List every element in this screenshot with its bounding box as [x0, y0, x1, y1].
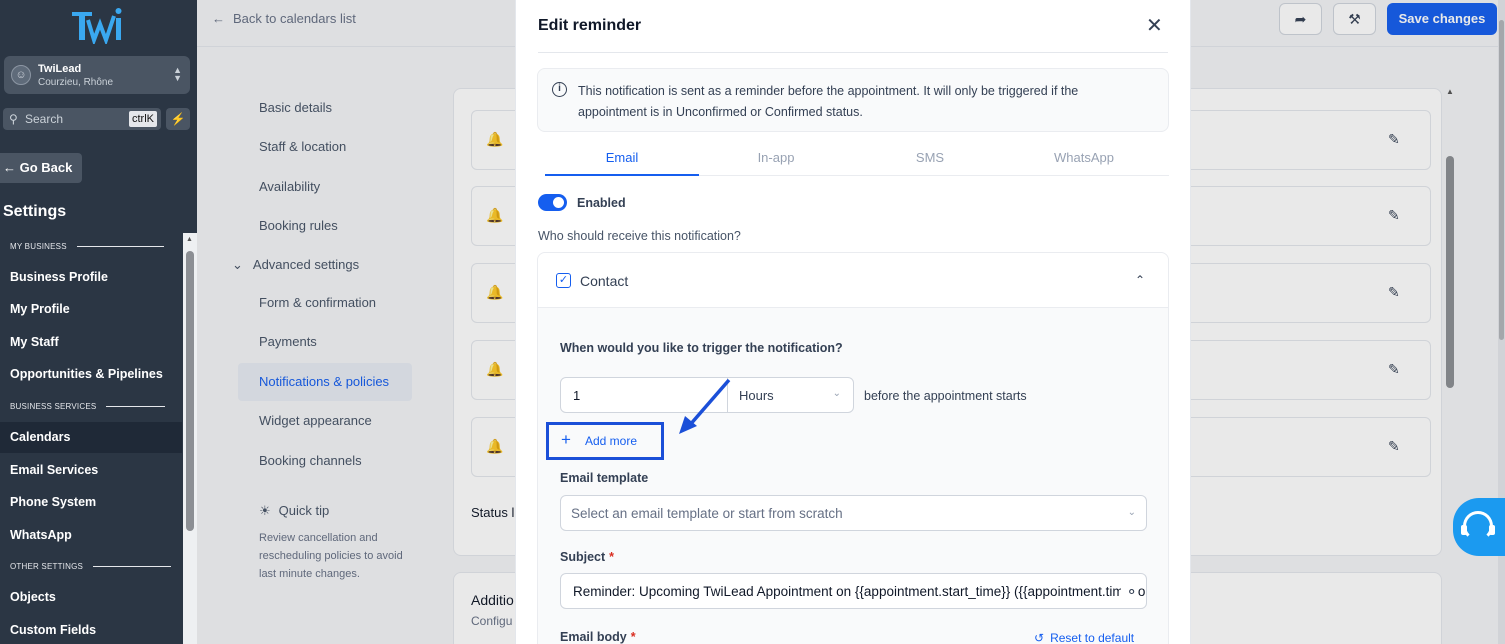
headset-ear [1461, 525, 1467, 535]
sidebar-item-custom-fields[interactable]: Custom Fields [0, 615, 182, 644]
section-other-settings: OTHER SETTINGS [10, 562, 172, 571]
reset-label: Reset to default [1050, 631, 1135, 644]
scroll-up-icon[interactable]: ▲ [186, 236, 193, 243]
contact-panel-body: When would you like to trigger the notif… [538, 308, 1168, 644]
search-placeholder: Search [25, 112, 64, 126]
chevron-up-icon[interactable]: ⌃ [1135, 273, 1145, 287]
add-more-label: Add more [585, 434, 638, 448]
contact-panel: ✓ Contact ⌃ When would you like to trigg… [537, 252, 1169, 644]
twilead-logo [72, 8, 122, 44]
sidebar-item-opportunities[interactable]: Opportunities & Pipelines [0, 359, 182, 390]
sidebar-item-calendars[interactable]: Calendars [0, 422, 182, 453]
search-icon: ⚲ [9, 112, 18, 126]
user-icon: ☺ [11, 65, 31, 85]
sidebar-item-my-staff[interactable]: My Staff [0, 327, 182, 358]
trigger-question: When would you like to trigger the notif… [560, 341, 843, 355]
plus-icon: + [561, 430, 571, 449]
divider [538, 52, 1168, 53]
reset-to-default-link[interactable]: ↺ Reset to default [1034, 631, 1134, 644]
info-icon: i [552, 82, 567, 97]
info-text: This notification is sent as a reminder … [578, 84, 1079, 119]
divider [76, 246, 164, 247]
sidebar-item-objects[interactable]: Objects [0, 582, 182, 613]
divider [93, 566, 172, 567]
template-placeholder: Select an email template or start from s… [571, 506, 843, 521]
section-my-business: MY BUSINESS [10, 242, 164, 251]
search-shortcut: ctrlK [129, 111, 157, 127]
sidebar-item-business-profile[interactable]: Business Profile [0, 262, 182, 293]
chevron-down-icon: ⌄ [832, 388, 841, 399]
support-button[interactable] [1453, 498, 1505, 556]
tab-sms[interactable]: SMS [853, 148, 1007, 176]
account-name: TwiLead [38, 63, 82, 75]
sidebar: ☺ TwiLead Courzieu, Rhône ▲ ▼ ⚲ Search ct… [0, 0, 197, 644]
trigger-unit-value: Hours [739, 388, 774, 403]
account-location: Courzieu, Rhône [38, 77, 114, 88]
subject-label: Subject * [560, 550, 614, 564]
add-more-button[interactable]: + Add more [546, 422, 664, 460]
required-asterisk: * [609, 550, 615, 564]
required-asterisk: * [630, 630, 636, 644]
section-label: OTHER SETTINGS [10, 562, 84, 571]
sidebar-item-whatsapp[interactable]: WhatsApp [0, 520, 182, 551]
toggle-knob [553, 197, 564, 208]
enabled-toggle[interactable] [538, 194, 567, 211]
sidebar-item-my-profile[interactable]: My Profile [0, 294, 182, 325]
subject-input[interactable]: Reminder: Upcoming TwiLead Appointment o… [560, 573, 1147, 609]
template-label: Email template [560, 471, 649, 485]
email-body-label: Email body * [560, 630, 636, 644]
contact-checkbox[interactable]: ✓ [556, 273, 571, 288]
template-select[interactable]: Select an email template or start from s… [560, 495, 1147, 531]
reset-icon: ↺ [1034, 631, 1045, 644]
tab-in-app[interactable]: In-app [699, 148, 853, 176]
contact-label: Contact [580, 273, 629, 289]
subject-value: Reminder: Upcoming TwiLead Appointment o… [573, 584, 1147, 599]
chevron-updown-icon: ▲ ▼ [173, 65, 182, 83]
close-icon[interactable]: ✕ [1146, 16, 1163, 36]
tab-whatsapp[interactable]: WhatsApp [1007, 148, 1161, 176]
sidebar-item-email-services[interactable]: Email Services [0, 455, 182, 486]
bolt-icon[interactable]: ⚡ [166, 108, 190, 130]
section-label: BUSINESS SERVICES [10, 402, 97, 411]
sidebar-scrollbar[interactable]: ▲ [183, 233, 197, 644]
headset-ear [1489, 525, 1495, 535]
trigger-unit-select[interactable]: Hours ⌄ [727, 377, 854, 413]
subject-label-text: Subject [560, 550, 606, 564]
scrollbar-thumb[interactable] [186, 251, 194, 531]
search-input[interactable]: ⚲ Search ctrlK [3, 108, 161, 130]
section-business-services: BUSINESS SERVICES [10, 402, 166, 411]
modal-title: Edit reminder [538, 17, 642, 34]
go-back-label: Go Back [19, 160, 73, 175]
section-label: MY BUSINESS [10, 242, 67, 251]
account-switcher[interactable]: ☺ TwiLead Courzieu, Rhône ▲ ▼ [4, 56, 190, 94]
annotation-arrow [679, 378, 731, 434]
chevron-down-icon: ⌄ [1127, 507, 1136, 518]
contact-panel-header[interactable]: ✓ Contact ⌃ [538, 253, 1168, 308]
tag-icon[interactable]: ⚬ [1121, 583, 1138, 601]
channel-tabs: Email In-app SMS WhatsApp [545, 148, 1169, 176]
trigger-suffix: before the appointment starts [864, 389, 1027, 403]
edit-reminder-modal: Edit reminder ✕ i This notification is s… [516, 0, 1190, 644]
go-back-button[interactable]: ← Go Back [0, 153, 82, 183]
recipient-question: Who should receive this notification? [538, 229, 741, 243]
body-label-text: Email body [560, 630, 627, 644]
sidebar-item-phone-system[interactable]: Phone System [0, 487, 182, 518]
divider [106, 406, 166, 407]
enabled-label: Enabled [577, 196, 626, 210]
info-banner: i This notification is sent as a reminde… [537, 68, 1169, 132]
tab-email[interactable]: Email [545, 148, 699, 176]
settings-title: Settings [3, 203, 67, 220]
